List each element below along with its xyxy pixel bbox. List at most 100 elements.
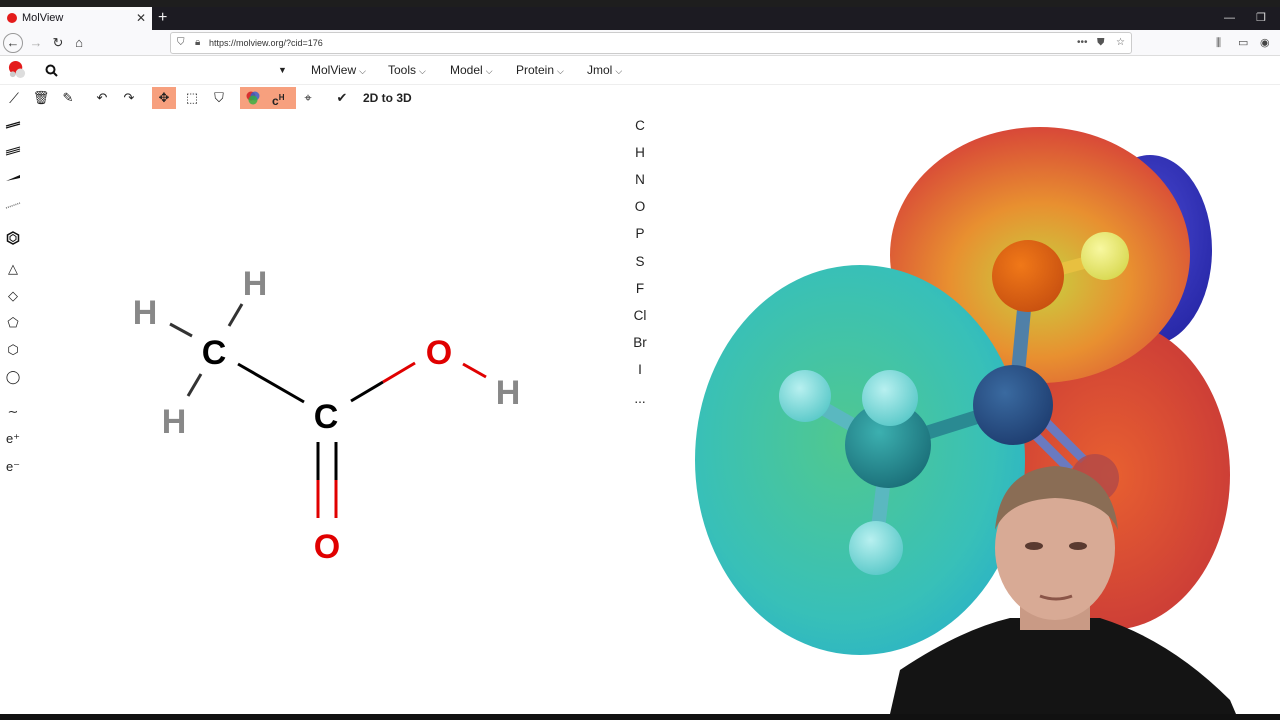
2d-to-3d-button[interactable]: 2D to 3D xyxy=(363,87,412,109)
cyclohexane-icon[interactable]: ⬡ xyxy=(2,339,24,361)
library-icon[interactable]: ⫼ xyxy=(1216,33,1221,53)
address-bar[interactable]: ⛉ 🔒︎ https://molview.org/?cid=176 ••• ⛊ … xyxy=(170,32,1132,54)
molview-favicon-icon xyxy=(7,13,17,23)
atom-3d-h xyxy=(862,370,918,426)
element-f[interactable]: F xyxy=(628,280,652,298)
element-n[interactable]: N xyxy=(628,171,652,189)
element-o[interactable]: O xyxy=(628,198,652,216)
element-c[interactable]: C xyxy=(628,117,652,135)
molview-logo-icon[interactable] xyxy=(8,60,27,79)
atom-h[interactable]: H xyxy=(496,374,521,412)
sidebar-icon[interactable]: ▭ xyxy=(1238,33,1248,53)
atom-o[interactable]: O xyxy=(314,528,340,566)
rect-select-icon[interactable]: ⬚ xyxy=(180,87,204,109)
menu-tools[interactable]: Tools ⌵ xyxy=(388,60,426,81)
tab-title: MolView xyxy=(22,12,64,24)
bookmark-star-icon[interactable]: ☆ xyxy=(1116,33,1125,53)
color-mode-icon[interactable] xyxy=(245,90,261,106)
back-arrow-icon[interactable]: ← xyxy=(3,33,23,53)
element-s[interactable]: S xyxy=(628,253,652,271)
forward-arrow-icon[interactable]: → xyxy=(26,33,46,53)
shield-icon[interactable]: ⛉ xyxy=(177,33,185,53)
chevron-down-icon: ⌵ xyxy=(359,66,366,76)
chevron-down-icon: ⌵ xyxy=(557,66,564,76)
chain-tool-icon[interactable]: ∼ xyxy=(2,401,24,423)
browser-tab-strip: MolView ✕ + — ❐ xyxy=(0,7,1280,30)
search-icon xyxy=(45,64,58,77)
undo-icon[interactable]: ↶ xyxy=(90,87,114,109)
bond-c-c xyxy=(237,362,305,404)
menu-jmol-label: Jmol xyxy=(587,63,613,77)
charge-plus-button[interactable]: e⁺ xyxy=(2,428,24,450)
menu-protein[interactable]: Protein ⌵ xyxy=(516,60,564,81)
atom-3d-hydroxyl-o xyxy=(992,240,1064,312)
bond-o-h xyxy=(462,362,487,379)
element-i[interactable]: I xyxy=(628,361,652,379)
bond-h-c xyxy=(227,303,244,327)
show-hydrogens-icon[interactable]: cH xyxy=(272,87,284,112)
url-text[interactable]: https://molview.org/?cid=176 xyxy=(209,33,323,53)
triple-bond-tool[interactable] xyxy=(2,141,24,163)
element-more[interactable]: ... xyxy=(628,390,652,408)
benzene-ring-icon[interactable] xyxy=(2,230,24,252)
element-cl[interactable]: Cl xyxy=(628,307,652,325)
browser-navigation-bar: ← → ↻ ⌂ ⛉ 🔒︎ https://molview.org/?cid=17… xyxy=(0,30,1280,56)
wedge-bond-tool[interactable] xyxy=(2,168,24,190)
restore-window-icon[interactable]: ❐ xyxy=(1256,7,1266,29)
element-p[interactable]: P xyxy=(628,225,652,243)
home-icon[interactable]: ⌂ xyxy=(69,33,89,53)
menu-model[interactable]: Model ⌵ xyxy=(450,60,493,81)
os-top-bar xyxy=(0,0,1280,7)
charge-minus-button[interactable]: e⁻ xyxy=(2,456,24,478)
tab-close-icon[interactable]: ✕ xyxy=(136,7,146,30)
atom-3d-h xyxy=(849,521,903,575)
redo-icon[interactable]: ↷ xyxy=(117,87,141,109)
double-bond-tool[interactable] xyxy=(2,114,24,136)
element-br[interactable]: Br xyxy=(628,334,652,352)
search-box[interactable]: ▼ xyxy=(45,60,290,80)
chevron-down-icon: ⌵ xyxy=(485,66,493,76)
atom-c[interactable]: C xyxy=(202,334,227,372)
atom-c[interactable]: C xyxy=(314,398,339,436)
page-actions-icon[interactable]: ••• xyxy=(1077,33,1088,53)
os-bottom-bar xyxy=(0,714,1280,720)
atom-o[interactable]: O xyxy=(426,334,452,372)
atom-3d-hydroxyl-h xyxy=(1081,232,1129,280)
3d-model-viewer[interactable] xyxy=(680,110,1280,714)
lock-icon: 🔒︎ xyxy=(195,37,201,48)
element-h[interactable]: H xyxy=(628,144,652,162)
eraser-icon[interactable]: ✎ xyxy=(56,87,80,109)
menu-jmol[interactable]: Jmol ⌵ xyxy=(587,60,622,81)
cyclopropane-icon[interactable]: △ xyxy=(2,258,24,280)
atom-h[interactable]: H xyxy=(162,403,187,441)
cyclopentane-icon[interactable]: ⬠ xyxy=(2,312,24,334)
trash-icon[interactable]: 🗑︎ xyxy=(29,87,53,109)
search-dropdown-icon[interactable]: ▼ xyxy=(278,60,287,80)
move-tool-icon[interactable]: ✥ xyxy=(152,87,176,109)
lasso-select-icon[interactable]: ⛉ xyxy=(207,87,231,109)
bond-h-c xyxy=(169,322,193,338)
bond-c-o-carbon-half xyxy=(350,380,384,403)
cycloheptane-icon[interactable]: ◯ xyxy=(2,366,24,388)
menu-molview-label: MolView xyxy=(311,63,357,77)
menu-tools-label: Tools xyxy=(388,63,417,77)
single-bond-tool[interactable]: ⟋ xyxy=(2,87,26,109)
menu-molview[interactable]: MolView ⌵ xyxy=(311,60,366,81)
clean-brush-icon[interactable]: ✔ xyxy=(330,87,354,109)
atom-h[interactable]: H xyxy=(243,265,268,303)
atom-h[interactable]: H xyxy=(133,294,158,332)
sketcher-canvas[interactable]: H H C H C O H O xyxy=(110,250,540,570)
new-tab-button[interactable]: + xyxy=(158,7,167,29)
molview-menubar: ▼ MolView ⌵ Tools ⌵ Model ⌵ Protein ⌵ Jmol ⌵ xyxy=(0,56,1280,85)
bond-c-o-oxygen-half xyxy=(382,361,416,384)
browser-tab-molview[interactable]: MolView ✕ xyxy=(0,7,152,30)
hash-bond-tool[interactable] xyxy=(2,195,24,217)
reload-icon[interactable]: ↻ xyxy=(48,33,68,53)
menu-model-label: Model xyxy=(450,63,483,77)
cyclobutane-icon[interactable]: ◇ xyxy=(2,285,24,307)
account-icon[interactable]: ◉ xyxy=(1260,33,1270,53)
menu-protein-label: Protein xyxy=(516,63,555,77)
minimize-window-icon[interactable]: — xyxy=(1224,7,1235,29)
center-target-icon[interactable]: ⌖ xyxy=(296,87,320,109)
pocket-icon[interactable]: ⛊ xyxy=(1097,33,1105,53)
